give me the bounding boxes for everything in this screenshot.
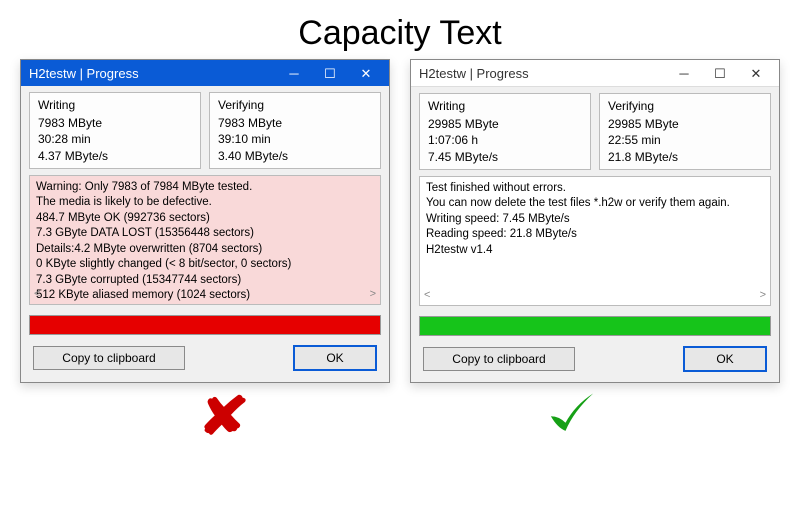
check-mark-icon xyxy=(546,387,598,452)
verifying-label: Verifying xyxy=(608,98,762,114)
ok-button[interactable]: OK xyxy=(293,345,377,371)
maximize-button[interactable]: ☐ xyxy=(703,62,737,84)
stats-row: Writing 29985 MByte 1:07:06 h 7.45 MByte… xyxy=(419,93,771,170)
minimize-button[interactable]: ─ xyxy=(667,62,701,84)
scroll-arrows[interactable]: <> xyxy=(34,287,376,302)
copy-to-clipboard-button[interactable]: Copy to clipboard xyxy=(33,346,185,370)
verifying-stats: Verifying 29985 MByte 22:55 min 21.8 MBy… xyxy=(599,93,771,170)
verifying-size: 7983 MByte xyxy=(218,115,372,131)
log-text: Test finished without errors. You can no… xyxy=(426,181,764,259)
copy-to-clipboard-button[interactable]: Copy to clipboard xyxy=(423,347,575,371)
windows-row: H2testw | Progress ─ ☐ ✕ Writing 7983 MB… xyxy=(0,59,800,383)
writing-time: 1:07:06 h xyxy=(428,132,582,148)
h2testw-window-fail: H2testw | Progress ─ ☐ ✕ Writing 7983 MB… xyxy=(20,59,390,383)
log-text: Warning: Only 7983 of 7984 MByte tested.… xyxy=(36,180,374,304)
scroll-right-icon[interactable]: > xyxy=(760,288,766,303)
verifying-rate: 3.40 MByte/s xyxy=(218,148,372,164)
verifying-time: 39:10 min xyxy=(218,131,372,147)
titlebar[interactable]: H2testw | Progress ─ ☐ ✕ xyxy=(21,60,389,86)
result-marks-row: ✘ xyxy=(0,387,800,452)
verifying-size: 29985 MByte xyxy=(608,116,762,132)
writing-rate: 4.37 MByte/s xyxy=(38,148,192,164)
writing-label: Writing xyxy=(38,97,192,113)
writing-stats: Writing 7983 MByte 30:28 min 4.37 MByte/… xyxy=(29,92,201,169)
page-title: Capacity Text xyxy=(0,14,800,53)
titlebar[interactable]: H2testw | Progress ─ ☐ ✕ xyxy=(411,60,779,87)
writing-label: Writing xyxy=(428,98,582,114)
verifying-stats: Verifying 7983 MByte 39:10 min 3.40 MByt… xyxy=(209,92,381,169)
scroll-left-icon[interactable]: < xyxy=(34,287,40,302)
verifying-time: 22:55 min xyxy=(608,132,762,148)
log-output[interactable]: Test finished without errors. You can no… xyxy=(419,176,771,306)
progress-bar xyxy=(29,315,381,335)
progress-fill xyxy=(420,317,770,335)
progress-fill xyxy=(30,316,380,334)
ok-button[interactable]: OK xyxy=(683,346,767,372)
writing-size: 29985 MByte xyxy=(428,116,582,132)
scroll-right-icon[interactable]: > xyxy=(370,287,376,302)
scroll-left-icon[interactable]: < xyxy=(424,288,430,303)
close-button[interactable]: ✕ xyxy=(349,62,383,84)
writing-size: 7983 MByte xyxy=(38,115,192,131)
stats-row: Writing 7983 MByte 30:28 min 4.37 MByte/… xyxy=(29,92,381,169)
window-title: H2testw | Progress xyxy=(29,66,277,81)
log-output[interactable]: Warning: Only 7983 of 7984 MByte tested.… xyxy=(29,175,381,305)
x-mark-icon: ✘ xyxy=(198,387,250,452)
verifying-rate: 21.8 MByte/s xyxy=(608,149,762,165)
minimize-button[interactable]: ─ xyxy=(277,62,311,84)
progress-bar xyxy=(419,316,771,336)
writing-time: 30:28 min xyxy=(38,131,192,147)
h2testw-window-pass: H2testw | Progress ─ ☐ ✕ Writing 29985 M… xyxy=(410,59,780,383)
maximize-button[interactable]: ☐ xyxy=(313,62,347,84)
writing-rate: 7.45 MByte/s xyxy=(428,149,582,165)
writing-stats: Writing 29985 MByte 1:07:06 h 7.45 MByte… xyxy=(419,93,591,170)
scroll-arrows[interactable]: <> xyxy=(424,288,766,303)
close-button[interactable]: ✕ xyxy=(739,62,773,84)
window-title: H2testw | Progress xyxy=(419,66,667,81)
verifying-label: Verifying xyxy=(218,97,372,113)
